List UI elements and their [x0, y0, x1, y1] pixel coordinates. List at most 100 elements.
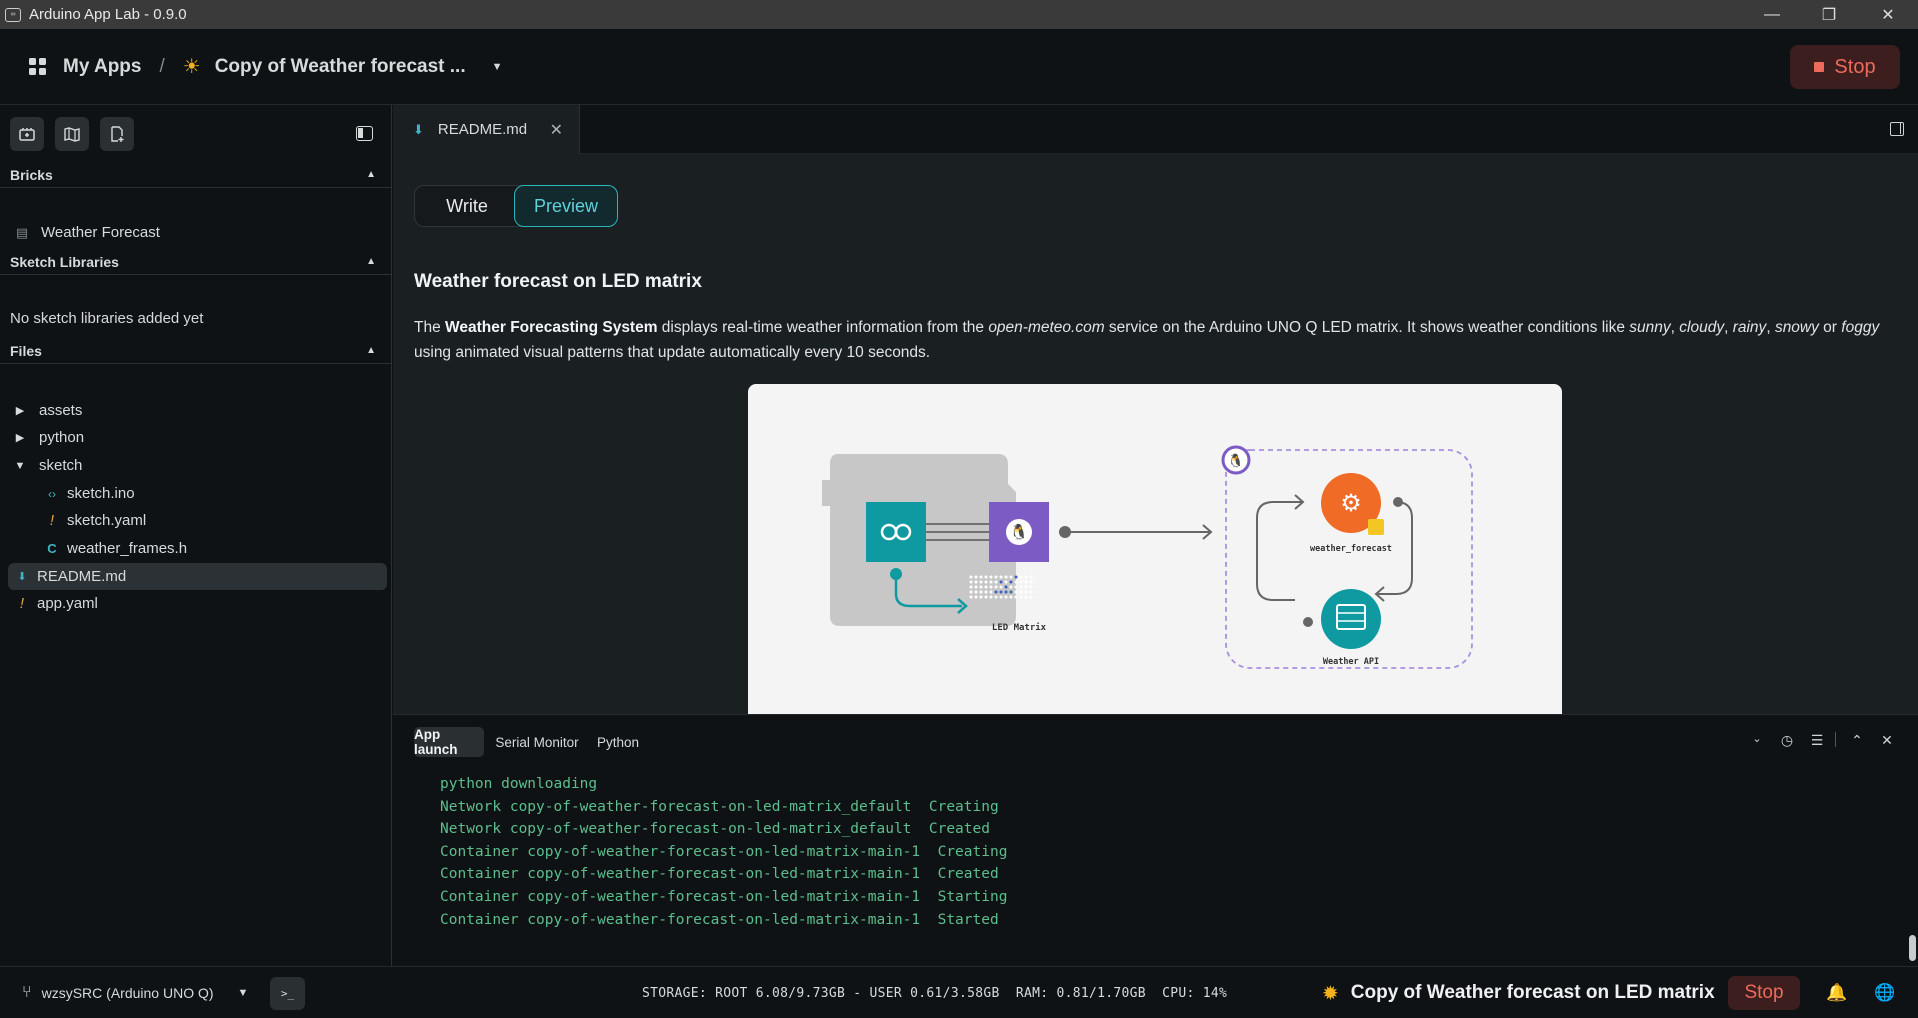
add-brick-icon [19, 128, 35, 141]
weather-api-label: Weather API [1323, 657, 1379, 667]
files-heading: Files [10, 342, 42, 359]
close-panel-icon[interactable]: ✕ [1877, 732, 1897, 749]
text-span: displays real-time weather information f… [657, 319, 989, 336]
scroll-to-bottom-icon[interactable]: ⌄ [1747, 732, 1767, 745]
terminal-button[interactable]: >_ [270, 977, 305, 1010]
led-dot [999, 585, 1003, 589]
led-dot [979, 585, 983, 589]
file-tree-item-weather-frames[interactable]: C weather_frames.h [0, 535, 392, 562]
chevron-down-icon[interactable]: ▼ [492, 61, 503, 73]
led-dot [979, 595, 983, 599]
file-tree-item-app-yaml[interactable]: ! app.yaml [0, 590, 392, 617]
close-tab-icon[interactable]: ✕ [550, 120, 563, 140]
file-tree-label: README.md [37, 568, 127, 585]
tab-readme-label: README.md [437, 121, 528, 138]
brick-item[interactable]: ▤ Weather Forecast [0, 219, 392, 246]
text-span: service on the Arduino UNO Q LED matrix.… [1104, 319, 1630, 336]
no-libraries-text: No sketch libraries added yet [0, 305, 392, 332]
toggle-sidebar-icon[interactable] [356, 126, 373, 141]
bell-icon[interactable]: 🔔 [1826, 983, 1847, 1003]
status-stop-button[interactable]: Stop [1728, 976, 1800, 1010]
bricks-section-header[interactable]: Bricks ▲ [0, 162, 392, 188]
write-button[interactable]: Write [415, 186, 519, 226]
app-name-breadcrumb[interactable]: Copy of Weather forecast ... [215, 56, 466, 78]
tab-serial-monitor[interactable]: Serial Monitor [489, 727, 585, 757]
tab-python[interactable]: Python [591, 727, 645, 757]
file-tree-label: assets [39, 402, 83, 419]
file-tree-item-sketch[interactable]: ▼ sketch [0, 452, 392, 479]
chevron-down-icon: ▼ [237, 987, 249, 999]
led-dot [1024, 585, 1028, 589]
text-span: The [414, 319, 446, 336]
led-dot [999, 580, 1003, 584]
window-titlebar: ∞ Arduino App Lab - 0.9.0 — ❐ ✕ [0, 0, 1918, 29]
sidebar: Bricks ▲ ▤ Weather Forecast Sketch Libra… [0, 105, 392, 966]
add-library-icon [64, 127, 80, 142]
board-selector[interactable]: ⑂ wzsySRC (Arduino UNO Q) ▼ [22, 967, 248, 1018]
led-dot [969, 590, 973, 594]
italic-text: rainy [1732, 319, 1767, 336]
sun-icon: ✹ [1322, 982, 1339, 1005]
files-section-header[interactable]: Files ▲ [0, 338, 392, 364]
collapse-caret-icon[interactable]: ▲ [366, 169, 376, 180]
led-dot [994, 585, 998, 589]
ino-file-icon: ‹› [48, 486, 56, 501]
file-tree-item-python[interactable]: ▶ python [0, 424, 392, 451]
clear-console-icon[interactable]: ☰ [1807, 732, 1827, 749]
text-span: , [1724, 319, 1733, 336]
log-line: Container copy-of-weather-forecast-on-le… [440, 866, 999, 883]
collapse-caret-icon[interactable]: ▲ [366, 256, 376, 267]
tab-readme[interactable]: ⬇ README.md ✕ [393, 105, 580, 154]
markdown-preview: Write Preview Weather forecast on LED ma… [393, 154, 1918, 714]
led-dot [979, 575, 983, 579]
add-file-button[interactable] [100, 117, 134, 151]
minimize-button[interactable]: — [1742, 0, 1802, 29]
arduino-app-icon: ∞ [5, 7, 21, 22]
expand-panel-icon[interactable]: ⌃ [1847, 732, 1867, 749]
file-tree-item-sketch-yaml[interactable]: ! sketch.yaml [0, 507, 392, 534]
close-window-button[interactable]: ✕ [1858, 0, 1918, 29]
led-dot [1024, 575, 1028, 579]
italic-text: foggy [1841, 319, 1880, 336]
led-dot [984, 585, 988, 589]
led-dot [984, 580, 988, 584]
led-dot [1014, 595, 1018, 599]
italic-text: sunny [1629, 319, 1671, 336]
preview-button[interactable]: Preview [514, 185, 618, 227]
no-libraries-label: No sketch libraries added yet [10, 310, 204, 327]
led-dot [1029, 575, 1033, 579]
yaml-file-icon: ! [49, 512, 55, 529]
my-apps-link[interactable]: My Apps [63, 56, 141, 78]
restore-button[interactable]: ❐ [1799, 0, 1859, 29]
apps-grid-icon[interactable] [29, 58, 46, 75]
split-editor-icon[interactable] [1890, 122, 1904, 136]
system-stats: STORAGE: ROOT 6.08/9.73GB - USER 0.61/3.… [642, 985, 1228, 1001]
led-dot [1024, 580, 1028, 584]
timestamp-icon[interactable]: ◷ [1777, 732, 1797, 749]
led-dot [979, 580, 983, 584]
add-library-button[interactable] [55, 117, 89, 151]
console-scrollbar[interactable] [1909, 935, 1916, 961]
led-dot [1004, 580, 1008, 584]
document-paragraph: The Weather Forecasting System displays … [414, 315, 1904, 365]
sketch-libraries-section-header[interactable]: Sketch Libraries ▲ [0, 249, 392, 275]
brick-icon: ▤ [15, 224, 29, 240]
led-dot [989, 595, 993, 599]
led-dot [1009, 590, 1013, 594]
markdown-file-icon: ⬇ [413, 121, 424, 137]
file-tree-item-readme[interactable]: ⬇ README.md [8, 563, 387, 590]
globe-icon[interactable]: 🌐 [1874, 983, 1895, 1003]
led-dot [1029, 590, 1033, 594]
tab-app-launch[interactable]: App launch [414, 727, 484, 757]
led-dot [1014, 575, 1018, 579]
file-tree-item-sketch-ino[interactable]: ‹› sketch.ino [0, 480, 392, 507]
brick-label: weather_forecast [1310, 544, 1392, 554]
collapse-caret-icon[interactable]: ▲ [366, 345, 376, 356]
architecture-diagram: 🐧 LED Matrix 🐧 ⚙ weather_forecast Weathe… [748, 384, 1562, 714]
led-dot [1009, 585, 1013, 589]
file-tree-item-assets[interactable]: ▶ assets [0, 397, 392, 424]
stop-button[interactable]: Stop [1790, 45, 1900, 89]
led-dot [999, 575, 1003, 579]
add-brick-button[interactable] [10, 117, 44, 151]
log-line: python downloading [440, 776, 598, 792]
